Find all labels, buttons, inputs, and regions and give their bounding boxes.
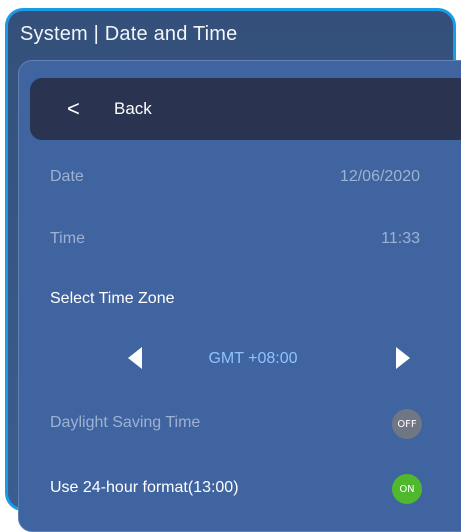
chevron-left-icon[interactable]: < [67,96,80,122]
page-title: System | Date and Time [20,23,238,45]
date-label: Date [50,168,84,185]
daylight-saving-toggle[interactable]: OFF [392,409,422,439]
timezone-value[interactable]: GMT +08:00 [178,350,328,368]
back-button[interactable] [30,78,461,140]
time-value[interactable]: 11:33 [280,230,420,248]
time-label: Time [50,230,85,247]
timezone-prev-arrow-icon[interactable] [128,347,142,369]
back-label[interactable]: Back [114,99,152,119]
hour-format-label: Use 24-hour format(13:00) [50,479,239,496]
daylight-saving-label: Daylight Saving Time [50,414,201,431]
timezone-next-arrow-icon[interactable] [396,347,410,369]
hour-format-toggle[interactable]: ON [392,474,422,504]
date-value[interactable]: 12/06/2020 [280,168,420,186]
timezone-heading: Select Time Zone [50,290,175,307]
